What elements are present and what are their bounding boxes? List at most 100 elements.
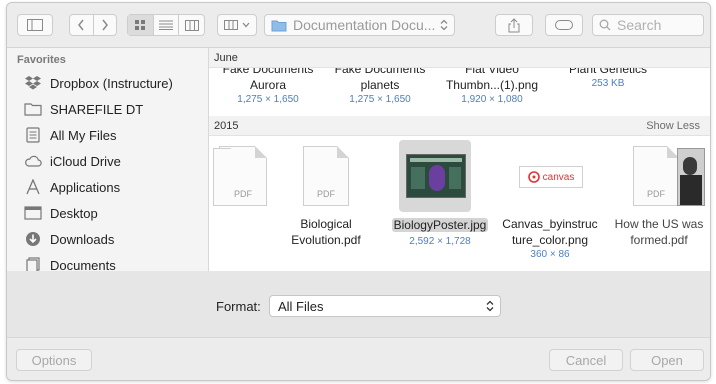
options-button[interactable]: Options	[16, 349, 92, 371]
search-field[interactable]: Search	[592, 14, 704, 36]
sidebar-item-dropbox[interactable]: Dropbox (Instructure)	[23, 72, 173, 94]
file-item[interactable]: How the US was formed.pdf	[603, 216, 710, 248]
file-dimensions: 2,592 × 1,728	[409, 236, 471, 247]
sidebar-heading: Favorites	[17, 54, 66, 66]
sidebar-item-all-my-files[interactable]: All My Files	[23, 124, 116, 146]
folder-icon	[23, 100, 43, 118]
file-name-line2: Evolution.pdf	[291, 233, 361, 247]
sidebar-item-label: SHAREFILE DT	[50, 101, 144, 117]
sidebar-item-sharefile[interactable]: SHAREFILE DT	[23, 98, 143, 120]
search-placeholder: Search	[617, 17, 662, 33]
format-label: Format:	[216, 299, 261, 314]
sidebar-item-label: Dropbox (Instructure)	[50, 75, 173, 91]
sidebar-item-desktop[interactable]: Desktop	[23, 202, 98, 224]
group-header-june-cover: June	[209, 48, 710, 68]
file-item[interactable]: Biological Evolution.pdf	[271, 216, 381, 248]
show-less-button[interactable]: Show Less	[646, 120, 700, 132]
dropbox-icon	[23, 74, 43, 92]
folder-icon	[271, 20, 287, 31]
sidebar-item-label: Desktop	[50, 205, 98, 221]
forward-button[interactable]	[94, 15, 117, 35]
toolbar: Documentation Docu... Search	[7, 3, 710, 48]
file-name-line2: ture_color.png	[511, 233, 589, 247]
all-files-icon	[23, 126, 43, 144]
view-mode-group	[127, 14, 205, 36]
grid-icon	[135, 20, 146, 30]
canvas-thumbnail[interactable]: canvas	[519, 166, 583, 188]
format-bar: Format: All Files	[7, 271, 710, 337]
pdf-thumbnail-edge	[213, 148, 231, 206]
open-button[interactable]: Open	[630, 349, 704, 371]
updown-icon	[486, 300, 494, 312]
sidebar-item-label: Documents	[50, 257, 116, 272]
canvas-logo-text: canvas	[542, 171, 575, 183]
group-title: 2015	[214, 119, 239, 132]
file-name: BiologyPoster.jpg	[391, 218, 489, 232]
search-icon	[599, 19, 611, 31]
file-browser: June Fake Documents Aurora 1,275 × 1,650…	[209, 48, 710, 271]
format-value: All Files	[278, 298, 324, 314]
sidebar-item-icloud-drive[interactable]: iCloud Drive	[23, 150, 121, 172]
arrange-icon	[224, 20, 238, 30]
applications-icon	[23, 178, 43, 196]
back-button[interactable]	[70, 15, 94, 35]
chevron-right-icon	[102, 19, 108, 31]
pdf-thumbnail[interactable]: PDF	[633, 146, 679, 206]
list-view-button[interactable]	[154, 15, 180, 35]
sidebar-item-label: Downloads	[50, 231, 115, 247]
back-forward-group	[69, 14, 117, 36]
share-button[interactable]	[495, 14, 533, 36]
file-dimensions: 1,920 × 1,080	[461, 94, 523, 105]
sidebar-item-applications[interactable]: Applications	[23, 176, 120, 198]
sidebar-item-downloads[interactable]: Downloads	[23, 228, 114, 250]
pdf-badge: PDF	[317, 189, 335, 199]
sidebar: Favorites Dropbox (Instructure) SHAREFIL…	[7, 48, 209, 271]
downloads-icon	[23, 230, 43, 248]
file-dimensions: 253 KB	[591, 78, 625, 89]
documents-icon	[23, 256, 43, 271]
chevron-left-icon	[78, 19, 84, 31]
file-name: Biological	[300, 217, 352, 231]
file-name-line2: Thumbn...(1).png	[445, 78, 539, 92]
list-icon	[159, 20, 173, 30]
pdf-badge: PDF	[647, 189, 665, 199]
sidebar-icon	[27, 19, 43, 31]
file-name: Canvas_byinstruc	[502, 217, 598, 231]
desktop-icon	[23, 204, 43, 222]
file-item[interactable]: Canvas_byinstruc ture_color.png 360 × 86	[495, 216, 605, 261]
canvas-logo-icon	[527, 171, 540, 183]
sidebar-toggle-button[interactable]	[17, 14, 53, 36]
chevron-down-icon	[242, 22, 250, 28]
location-popup[interactable]: Documentation Docu...	[264, 14, 455, 36]
file-dimensions: 1,275 × 1,650	[237, 94, 299, 105]
sidebar-item-label: iCloud Drive	[50, 153, 121, 169]
file-item[interactable]: BiologyPoster.jpg 2,592 × 1,728	[385, 216, 495, 248]
file-name-line2: formed.pdf	[630, 233, 688, 247]
arrange-menu-button[interactable]	[217, 14, 257, 36]
file-dimensions: 360 × 86	[530, 249, 570, 260]
column-view-button[interactable]	[179, 15, 204, 35]
cancel-button[interactable]: Cancel	[549, 349, 623, 371]
sidebar-item-documents[interactable]: Documents	[23, 254, 116, 271]
pdf-thumbnail[interactable]: PDF	[303, 146, 349, 206]
group-header-2015: 2015 Show Less	[209, 116, 710, 136]
cloud-icon	[23, 152, 43, 170]
icon-view-button[interactable]	[128, 15, 154, 35]
poster-thumbnail[interactable]	[406, 154, 466, 198]
group-title: June	[214, 52, 238, 64]
sidebar-item-label: All My Files	[50, 127, 117, 143]
tag-icon	[555, 20, 573, 30]
sidebar-item-label: Applications	[50, 179, 121, 195]
file-dimensions: 1,275 × 1,650	[349, 94, 411, 105]
updown-icon	[440, 19, 448, 31]
open-file-dialog: Documentation Docu... Search Favorites D…	[6, 2, 711, 381]
location-label: Documentation Docu...	[293, 17, 436, 33]
format-select[interactable]: All Files	[269, 295, 501, 317]
dialog-footer: Options Cancel Open	[7, 337, 710, 380]
share-icon	[508, 17, 520, 32]
tags-button[interactable]	[545, 14, 583, 36]
portrait-thumbnail	[677, 148, 705, 206]
file-name: How the US was	[614, 217, 704, 231]
columns-icon	[184, 19, 199, 31]
file-name-line2: planets	[360, 78, 400, 92]
